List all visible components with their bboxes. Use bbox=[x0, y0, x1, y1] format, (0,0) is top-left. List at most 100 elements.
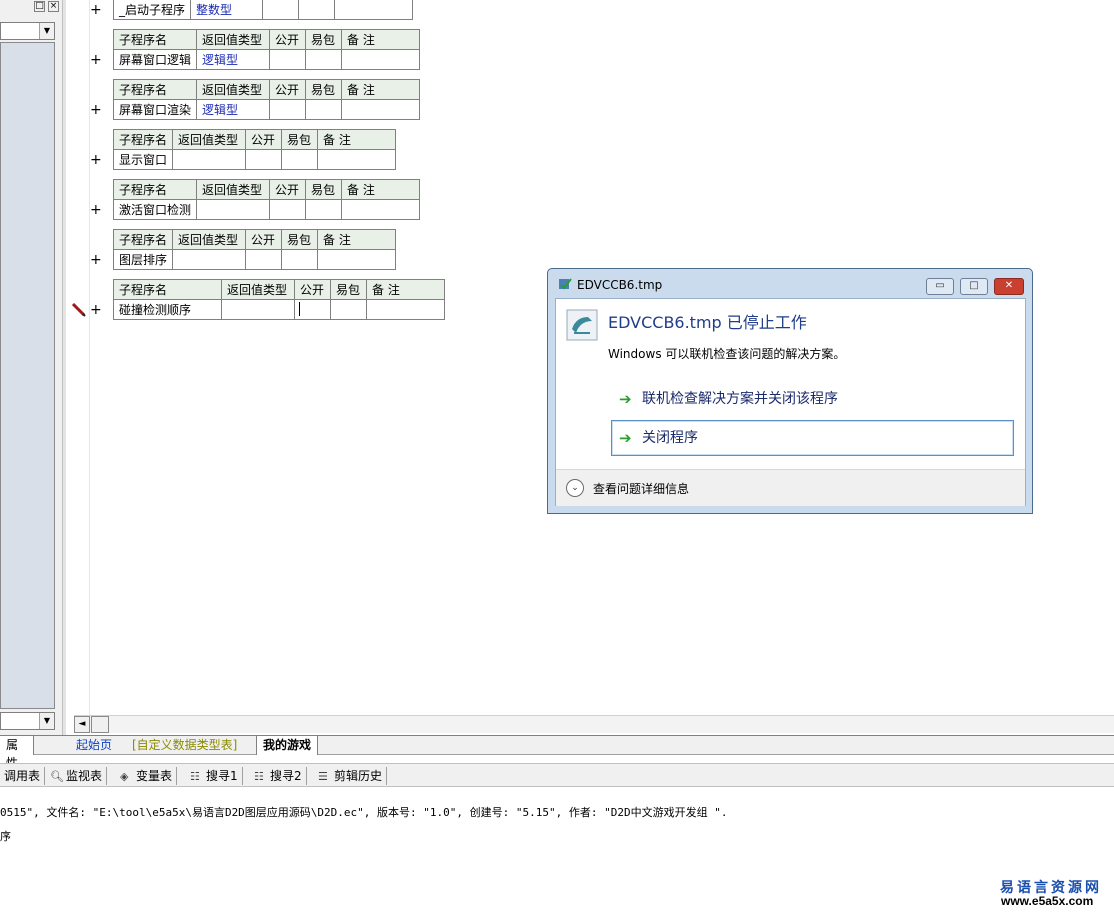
return-type[interactable] bbox=[172, 249, 247, 270]
find1-button[interactable]: ☷ 搜寻1 bbox=[186, 767, 243, 785]
package-cell[interactable] bbox=[281, 149, 319, 170]
expand-icon[interactable]: + bbox=[90, 153, 102, 167]
check-online-button[interactable]: ➔ 联机检查解决方案并关闭该程序 bbox=[611, 381, 1014, 417]
return-type[interactable] bbox=[196, 199, 271, 220]
tab-custom-types[interactable]: [自定义数据类型表] bbox=[126, 736, 243, 755]
remark-cell[interactable] bbox=[334, 0, 414, 20]
call-table-button[interactable]: 调用表 bbox=[0, 767, 46, 785]
public-cell[interactable] bbox=[245, 149, 283, 170]
subroutine-name[interactable]: 显示窗口 bbox=[112, 149, 174, 170]
subroutine-name[interactable]: 屏幕窗口渲染 bbox=[112, 99, 198, 120]
table-row: 显示窗口 bbox=[112, 149, 397, 170]
public-cell[interactable] bbox=[269, 49, 307, 70]
property-list[interactable] bbox=[0, 42, 55, 709]
subroutine-name[interactable]: 碰撞检测顺序 bbox=[113, 299, 222, 320]
column-header: 备 注 bbox=[341, 79, 421, 100]
remark-cell[interactable] bbox=[317, 249, 397, 270]
horizontal-scrollbar[interactable]: ◄ bbox=[74, 715, 1114, 733]
remark-cell[interactable] bbox=[341, 99, 421, 120]
package-cell[interactable] bbox=[281, 249, 319, 270]
subroutine-name[interactable]: _启动子程序 bbox=[112, 0, 192, 20]
output-panel[interactable]: 0515", 文件名: "E:\tool\e5a5x\易语言D2D图层应用源码\… bbox=[0, 788, 1114, 915]
tab-properties[interactable]: 属性 bbox=[0, 736, 34, 770]
editor-gutter bbox=[66, 0, 90, 715]
expand-icon[interactable]: + bbox=[90, 203, 102, 217]
tab-start-page[interactable]: 起始页 bbox=[70, 736, 118, 755]
public-cell[interactable] bbox=[269, 199, 307, 220]
return-type[interactable] bbox=[172, 149, 247, 170]
restore-panel-button[interactable]: □ bbox=[34, 1, 45, 12]
expand-icon[interactable]: + bbox=[90, 53, 102, 67]
package-cell[interactable] bbox=[305, 99, 343, 120]
find2-button[interactable]: ☷ 搜寻2 bbox=[250, 767, 307, 785]
public-cell[interactable] bbox=[269, 99, 307, 120]
close-panel-button[interactable]: × bbox=[48, 1, 59, 12]
dialog-body: EDVCCB6.tmp 已停止工作 Windows 可以联机检查该问题的解决方案… bbox=[555, 298, 1026, 506]
remark-cell[interactable] bbox=[341, 199, 421, 220]
clip-history-label: 剪辑历史 bbox=[334, 769, 383, 783]
close-button[interactable]: ✕ bbox=[994, 278, 1024, 295]
output-line: 序 bbox=[0, 830, 11, 843]
column-header: 返回值类型 bbox=[196, 29, 271, 50]
subroutine-table: 子程序名 返回值类型 公开 易包 备 注 屏幕窗口渲染 逻辑型 bbox=[112, 79, 421, 120]
public-cell[interactable] bbox=[262, 0, 300, 20]
scroll-thumb[interactable] bbox=[91, 716, 109, 733]
scroll-left-icon[interactable]: ◄ bbox=[74, 716, 90, 733]
column-header: 易包 bbox=[281, 129, 319, 150]
dialog-titlebar[interactable]: EDVCCB6.tmp ▭ □ ✕ bbox=[548, 269, 1032, 297]
variables-label: 变量表 bbox=[136, 769, 173, 783]
find2-label: 搜寻2 bbox=[270, 769, 302, 783]
variables-button[interactable]: ◈ 变量表 bbox=[116, 767, 178, 785]
close-program-button[interactable]: ➔ 关闭程序 bbox=[611, 420, 1014, 456]
table-row: _启动子程序 整数型 bbox=[112, 0, 414, 20]
table-row: 屏幕窗口渲染 逻辑型 bbox=[112, 99, 421, 120]
tab-my-game[interactable]: 我的游戏 bbox=[256, 736, 319, 755]
clipboard-icon: ☰ bbox=[318, 770, 328, 783]
expand-icon[interactable]: + bbox=[90, 253, 102, 267]
column-header: 备 注 bbox=[317, 129, 397, 150]
package-cell[interactable] bbox=[305, 49, 343, 70]
watch-table-button[interactable]: 🔍︎ 监视表 bbox=[46, 767, 108, 785]
find1-label: 搜寻1 bbox=[206, 769, 238, 783]
subroutine-name[interactable]: 图层排序 bbox=[112, 249, 174, 270]
subroutine-table: 子程序名 返回值类型 公开 易包 备 注 屏幕窗口逻辑 逻辑型 bbox=[112, 29, 421, 70]
column-header: 备 注 bbox=[317, 229, 397, 250]
maximize-button[interactable]: □ bbox=[960, 278, 988, 295]
return-type[interactable]: 逻辑型 bbox=[196, 99, 271, 120]
subroutine-table: _启动子程序 整数型 bbox=[112, 0, 414, 20]
package-cell[interactable] bbox=[298, 0, 336, 20]
package-cell[interactable] bbox=[330, 299, 367, 320]
clip-history-button[interactable]: ☰ 剪辑历史 bbox=[314, 767, 388, 785]
subroutine-name[interactable]: 激活窗口检测 bbox=[112, 199, 198, 220]
return-type[interactable]: 整数型 bbox=[190, 0, 264, 20]
chevron-down-icon[interactable]: ⌄ bbox=[566, 479, 584, 497]
minimize-button[interactable]: ▭ bbox=[926, 278, 954, 295]
chevron-down-icon[interactable]: ▼ bbox=[39, 713, 54, 729]
table-row: 激活窗口检测 bbox=[112, 199, 421, 220]
find-icon: ☷ bbox=[190, 770, 200, 783]
remark-cell[interactable] bbox=[317, 149, 397, 170]
column-header: 公开 bbox=[294, 279, 331, 300]
remark-cell[interactable] bbox=[341, 49, 421, 70]
expand-icon[interactable]: + bbox=[90, 303, 102, 317]
expand-icon[interactable]: + bbox=[90, 103, 102, 117]
public-cell[interactable] bbox=[245, 249, 283, 270]
package-cell[interactable] bbox=[305, 199, 343, 220]
view-details-link[interactable]: 查看问题详细信息 bbox=[593, 480, 689, 497]
column-header: 易包 bbox=[281, 229, 319, 250]
column-header: 备 注 bbox=[341, 179, 421, 200]
chevron-down-icon[interactable]: ▼ bbox=[39, 23, 54, 39]
remark-cell[interactable] bbox=[366, 299, 445, 320]
expand-icon[interactable]: + bbox=[90, 3, 102, 17]
dialog-heading: EDVCCB6.tmp 已停止工作 bbox=[608, 313, 807, 332]
return-type[interactable]: 逻辑型 bbox=[196, 49, 271, 70]
return-type[interactable] bbox=[221, 299, 295, 320]
object-selector[interactable]: ▼ bbox=[0, 22, 55, 40]
table-row: 碰撞检测顺序 bbox=[113, 299, 445, 320]
table-row: 图层排序 bbox=[112, 249, 397, 270]
pencil-icon bbox=[72, 303, 86, 317]
column-header: 公开 bbox=[245, 229, 283, 250]
subroutine-table: 子程序名 返回值类型 公开 易包 备 注 显示窗口 bbox=[112, 129, 397, 170]
property-value-selector[interactable]: ▼ bbox=[0, 712, 55, 730]
subroutine-name[interactable]: 屏幕窗口逻辑 bbox=[112, 49, 198, 70]
